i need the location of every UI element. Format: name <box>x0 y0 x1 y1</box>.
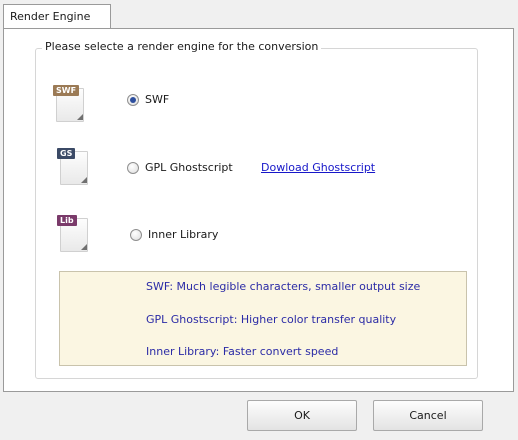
info-line-inner-library: Inner Library: Faster convert speed <box>146 345 339 358</box>
tab-strip: Render Engine <box>0 0 518 29</box>
ok-button[interactable]: OK <box>247 400 357 431</box>
info-line-swf: SWF: Much legible characters, smaller ou… <box>146 280 421 293</box>
group-title: Please selecte a render engine for the c… <box>42 40 322 53</box>
download-ghostscript-link[interactable]: Dowload Ghostscript <box>261 161 375 174</box>
radio-inner-library-label[interactable]: Inner Library <box>148 228 218 241</box>
swf-file-icon: SWF <box>53 85 89 123</box>
engine-info-box: SWF: Much legible characters, smaller ou… <box>59 271 467 366</box>
radio-swf[interactable] <box>127 94 139 106</box>
lib-file-icon: Lib <box>57 215 93 253</box>
radio-swf-label[interactable]: SWF <box>145 93 169 106</box>
radio-gpl-ghostscript[interactable] <box>127 162 139 174</box>
tab-render-engine[interactable]: Render Engine <box>3 4 111 29</box>
radio-inner-library[interactable] <box>130 229 142 241</box>
info-line-ghostscript: GPL Ghostscript: Higher color transfer q… <box>146 313 397 326</box>
radio-gpl-ghostscript-label[interactable]: GPL Ghostscript <box>145 161 233 174</box>
gs-file-icon: GS <box>57 148 93 186</box>
cancel-button[interactable]: Cancel <box>373 400 483 431</box>
